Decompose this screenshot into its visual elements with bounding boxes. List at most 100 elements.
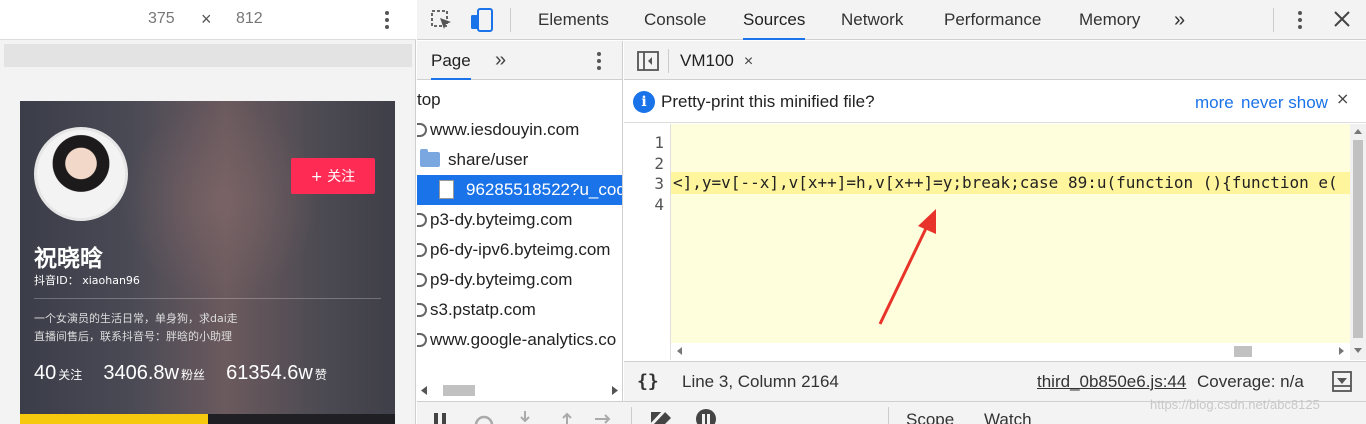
devtools-toolbar: Elements Console Sources Network Perform… xyxy=(417,0,1366,40)
more-tabs-icon[interactable]: » xyxy=(495,49,506,72)
tab-network[interactable]: Network xyxy=(841,0,903,40)
tree-label: www.google-analytics.co xyxy=(430,330,617,349)
code-editor[interactable]: 1 2 3 4 <],y=v[--x],v[x++]=h,v[x++]=y;br… xyxy=(624,124,1366,360)
scroll-down-icon[interactable] xyxy=(1354,348,1362,353)
dimension-separator: × xyxy=(201,9,212,29)
scrollbar-thumb[interactable] xyxy=(1234,346,1252,357)
tab-scope[interactable]: Scope xyxy=(906,410,954,424)
cloud-icon xyxy=(417,213,427,227)
tree-label: p3-dy.byteimg.com xyxy=(430,210,573,229)
stat-label: 粉丝 xyxy=(180,368,205,382)
tab-performance[interactable]: Performance xyxy=(944,0,1041,40)
device-toggle-icon[interactable] xyxy=(469,8,495,36)
horizontal-scrollbar[interactable] xyxy=(417,381,622,401)
cloud-icon xyxy=(417,243,427,257)
tab-elements[interactable]: Elements xyxy=(538,0,609,40)
device-width-input[interactable]: 375 xyxy=(148,10,175,28)
pause-on-exceptions-icon[interactable] xyxy=(695,408,717,424)
infobar-message: Pretty-print this minified file? xyxy=(661,92,875,111)
tree-item-top[interactable]: top xyxy=(417,85,441,115)
file-tab-vm100[interactable]: VM100 × xyxy=(680,41,753,80)
tree-item-domain[interactable]: p9-dy.byteimg.com xyxy=(417,265,572,295)
info-icon: i xyxy=(633,91,655,113)
close-icon[interactable]: × xyxy=(1336,89,1349,108)
sidebar-toggle-icon[interactable] xyxy=(637,51,659,75)
tree-item-domain[interactable]: p6-dy-ipv6.byteimg.com xyxy=(417,235,610,265)
horizontal-scrollbar[interactable] xyxy=(671,343,1350,360)
inspect-icon[interactable] xyxy=(431,10,453,36)
tab-console[interactable]: Console xyxy=(644,0,706,40)
step-icon[interactable] xyxy=(595,413,615,424)
more-tabs-icon[interactable]: » xyxy=(1174,0,1185,40)
stat-following[interactable]: 40 关注 xyxy=(34,362,82,385)
never-show-link[interactable]: never show xyxy=(1241,93,1328,113)
tree-item-file-selected[interactable]: 96285518522?u_cod xyxy=(417,175,622,205)
tree-label: share/user xyxy=(448,150,529,169)
show-sidebar-icon[interactable] xyxy=(1332,371,1352,396)
tree-item-domain[interactable]: p3-dy.byteimg.com xyxy=(417,205,572,235)
folder-icon xyxy=(420,149,440,167)
tab-memory[interactable]: Memory xyxy=(1079,0,1140,40)
scroll-up-icon[interactable] xyxy=(1354,129,1362,134)
step-into-icon[interactable] xyxy=(519,411,531,424)
tree-item-folder[interactable]: share/user xyxy=(420,145,528,175)
tab-page[interactable]: Page xyxy=(431,41,471,80)
kebab-menu-icon[interactable] xyxy=(1298,11,1302,32)
pause-icon[interactable] xyxy=(433,413,447,424)
separator xyxy=(668,49,669,73)
source-link[interactable]: third_0b850e6.js:44 xyxy=(1037,372,1186,392)
stat-number: 61354.6w xyxy=(226,362,313,384)
deactivate-breakpoints-icon[interactable] xyxy=(649,408,673,424)
avatar[interactable] xyxy=(34,127,128,221)
follow-button[interactable]: + 关注 xyxy=(291,158,375,194)
close-icon[interactable] xyxy=(1333,10,1351,32)
bio-line: 一个女演员的生活日常，单身狗，求dai走 xyxy=(34,312,238,325)
editor-statusbar: {} Line 3, Column 2164 third_0b850e6.js:… xyxy=(624,361,1366,401)
scrollbar-thumb[interactable] xyxy=(1353,140,1363,338)
step-over-icon[interactable] xyxy=(473,413,495,424)
stat-followers[interactable]: 3406.8w 粉丝 xyxy=(103,362,205,385)
line-number: 2 xyxy=(654,154,664,173)
divider xyxy=(34,298,381,299)
separator xyxy=(1273,8,1274,32)
stat-number: 3406.8w xyxy=(103,362,179,384)
stat-likes[interactable]: 61354.6w 赞 xyxy=(226,362,327,385)
tab-watch[interactable]: Watch xyxy=(984,410,1032,424)
stat-label: 关注 xyxy=(58,368,83,382)
pretty-print-infobar: i Pretty-print this minified file? more … xyxy=(624,81,1366,123)
file-icon xyxy=(439,180,454,199)
tab-sources[interactable]: Sources xyxy=(743,0,806,40)
profile-tab[interactable] xyxy=(208,414,395,424)
kebab-menu-icon[interactable] xyxy=(597,52,601,73)
scroll-right-icon[interactable] xyxy=(612,386,618,395)
tree-item-domain[interactable]: s3.pstatp.com xyxy=(417,295,536,325)
scroll-right-icon[interactable] xyxy=(1339,347,1344,355)
line-number: 4 xyxy=(654,195,664,214)
pretty-print-button[interactable]: {} xyxy=(637,371,659,392)
file-tab-label: VM100 xyxy=(680,51,734,70)
vertical-scrollbar[interactable] xyxy=(1350,124,1366,360)
screen: 375 × 812 + 关注 祝晓晗 抖音ID： xiaohan96 一个女演员… xyxy=(0,0,1366,424)
cursor-position: Line 3, Column 2164 xyxy=(682,372,839,391)
line-number: 1 xyxy=(654,133,664,152)
scrollbar-thumb[interactable] xyxy=(443,385,475,396)
separator xyxy=(888,407,889,424)
more-link[interactable]: more xyxy=(1195,93,1234,113)
tree-item-domain[interactable]: www.iesdouyin.com xyxy=(417,115,579,145)
device-emulation-pane: 375 × 812 + 关注 祝晓晗 抖音ID： xiaohan96 一个女演员… xyxy=(0,0,416,424)
cloud-icon xyxy=(417,273,427,287)
tree-item-domain[interactable]: www.google-analytics.co xyxy=(417,325,616,355)
kebab-menu-icon[interactable] xyxy=(385,11,389,32)
tree-label: p6-dy-ipv6.byteimg.com xyxy=(430,240,611,259)
line-number: 3 xyxy=(654,174,664,193)
device-height-input[interactable]: 812 xyxy=(236,10,263,28)
close-icon[interactable]: × xyxy=(744,53,753,70)
profile-tab-active[interactable] xyxy=(20,414,208,424)
step-out-icon[interactable] xyxy=(561,411,573,424)
profile-stats: 40 关注 3406.8w 粉丝 61354.6w 赞 xyxy=(34,362,343,385)
scroll-left-icon[interactable] xyxy=(677,347,682,355)
scroll-left-icon[interactable] xyxy=(421,386,427,395)
coverage-status: Coverage: n/a xyxy=(1197,372,1304,391)
profile-douyin-id: 抖音ID： xiaohan96 xyxy=(34,274,140,287)
stat-label: 赞 xyxy=(314,368,327,382)
